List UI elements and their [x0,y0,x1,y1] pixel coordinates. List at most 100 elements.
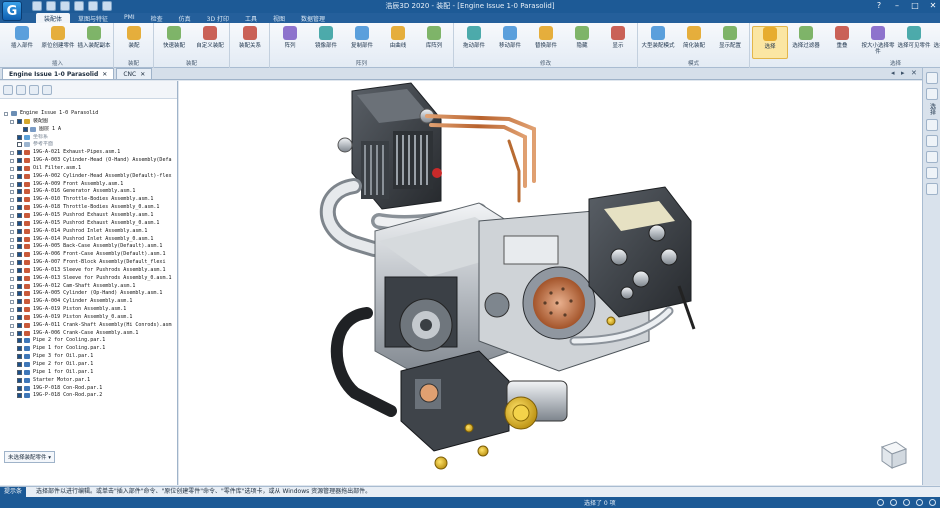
filter-icon[interactable] [3,85,13,95]
expand-toggle-icon[interactable] [4,112,8,116]
ribbon-button[interactable]: 插入部件 [4,26,40,49]
visibility-checkbox[interactable] [17,299,22,305]
3d-viewport[interactable] [179,81,922,485]
expand-toggle-icon[interactable] [10,198,14,203]
tree-item[interactable]: 19G-A-016 Generator Assembly.asm.1 [0,188,178,196]
tree-item[interactable]: 19G-A-013 Sleeve for Pushrods Assembly.a… [0,267,178,275]
tree-item[interactable]: Oil Filter.asm.1 [0,165,178,173]
visibility-checkbox[interactable] [17,165,22,171]
tree-item[interactable]: 19G-A-014 Pushrod Inlet Assembly_0.asm.1 [0,236,178,244]
visibility-checkbox[interactable] [17,314,22,320]
tree-item[interactable]: 19G-P-018 Con-Rod.par.1 [0,385,178,393]
tree-item[interactable]: 19G-A-002 Cylinder-Head Assembly(Default… [0,173,178,181]
selection-dock-label[interactable]: 选择 [927,103,937,115]
tab-left-icon[interactable]: ◂ [891,70,898,77]
visibility-checkbox[interactable] [17,330,22,336]
options-icon[interactable] [42,85,52,95]
ribbon-tab[interactable]: 检查 [143,13,171,23]
visibility-checkbox[interactable] [17,173,22,179]
visibility-checkbox[interactable] [17,275,22,281]
expand-toggle-icon[interactable] [10,308,14,313]
tree-item[interactable]: 19G-A-018 Throttle-Bodies Assembly_0.asm… [0,204,178,212]
tree-item[interactable]: 19G-A-006 Crank-Case Assembly.asm.1 [0,330,178,338]
tree-item[interactable]: Pipe 3 for Oil.par.1 [0,353,178,361]
visibility-checkbox[interactable] [17,377,22,383]
expand-toggle-icon[interactable] [10,213,14,218]
zoom-icon[interactable] [877,499,884,506]
ribbon-button[interactable]: 插入装配副本 [76,26,112,49]
visibility-checkbox[interactable] [23,126,28,132]
tree-item[interactable]: Pipe 2 for Oil.par.1 [0,361,178,369]
tree-item[interactable]: 19G-A-014 Pushrod Inlet Assembly.asm.1 [0,228,178,236]
tree-item[interactable]: 19G-A-015 Pushrod Exhaust Assembly.asm.1 [0,212,178,220]
tree-item[interactable]: 19G-A-011 Crank-Shaft Assembly(Hi Conrod… [0,322,178,330]
visibility-checkbox[interactable] [17,205,22,211]
visibility-checkbox[interactable] [17,142,22,148]
expand-toggle-icon[interactable] [10,292,14,297]
maximize-icon[interactable]: □ [910,1,920,11]
visibility-checkbox[interactable] [17,189,22,195]
tab-close-icon[interactable]: ✕ [911,70,918,77]
render-dock-icon[interactable] [925,167,938,179]
ribbon-button[interactable]: 隐藏 [564,26,600,49]
ribbon-tab[interactable]: 视图 [265,13,293,23]
expand-toggle-icon[interactable] [10,268,14,273]
expand-toggle-icon[interactable] [10,229,14,234]
visibility-checkbox[interactable] [17,322,22,328]
visibility-checkbox[interactable] [17,291,22,297]
visibility-checkbox[interactable] [17,393,22,399]
tree-item[interactable]: 19G-A-005 Back-Case Assembly(Default).as… [0,243,178,251]
collapse-icon[interactable] [29,85,39,95]
expand-icon[interactable] [16,85,26,95]
visibility-checkbox[interactable] [17,346,22,352]
ribbon-tab[interactable]: 3D 打印 [199,13,237,23]
app-logo[interactable]: G [2,1,22,21]
expand-toggle-icon[interactable] [10,245,14,250]
visibility-checkbox[interactable] [17,385,22,391]
ribbon-button[interactable]: 替换部件 [528,26,564,49]
visibility-checkbox[interactable] [17,236,22,242]
selection-filter-button[interactable]: 未选择装配零件 ▾ [4,451,56,463]
tree-item[interactable]: Pipe 2 for Cooling.par.1 [0,337,178,345]
tree-item[interactable]: Pipe 1 for Cooling.par.1 [0,345,178,353]
tree-item[interactable]: 19G-A-019 Piston Assembly.asm.1 [0,306,178,314]
close-tab-icon[interactable]: ✕ [102,71,107,78]
visibility-checkbox[interactable] [17,244,22,250]
ribbon-button[interactable]: 选择约束的零件 [932,26,940,55]
ribbon-button[interactable]: 装配关系 [232,26,268,49]
ribbon-button[interactable]: 镜像部件 [308,26,344,49]
ribbon-button[interactable]: 简化装配 [676,26,712,49]
ribbon-button[interactable]: 由曲线 [380,26,416,49]
tree-item[interactable]: 19G-A-007 Front-Block Assembly(Default_f… [0,259,178,267]
tree-item[interactable]: 19G-A-003 Cylinder-Head (O-Hand) Assembl… [0,157,178,165]
ribbon-button[interactable]: 装配 [116,26,152,49]
visibility-checkbox[interactable] [17,118,22,124]
visibility-checkbox[interactable] [17,267,22,273]
ribbon-button[interactable]: 移动部件 [492,26,528,49]
expand-toggle-icon[interactable] [10,237,14,242]
expand-toggle-icon[interactable] [10,182,14,187]
ribbon-button[interactable]: 按大小选择零件 [860,26,896,55]
expand-toggle-icon[interactable] [10,174,14,179]
layers-dock-icon[interactable] [925,88,938,100]
visibility-checkbox[interactable] [17,369,22,375]
visibility-checkbox[interactable] [17,252,22,258]
ribbon-button[interactable]: 库阵列 [416,26,452,49]
visibility-checkbox[interactable] [17,260,22,266]
tree-item[interactable]: 19G-A-021 Exhaust-Pipes.asm.1 [0,149,178,157]
visibility-checkbox[interactable] [17,150,22,156]
tree-item[interactable]: 19G-A-010 Throttle-Bodies Assembly.asm.1 [0,196,178,204]
ribbon-button[interactable]: 拖动部件 [456,26,492,49]
ribbon-button[interactable]: 大型装配模式 [640,26,676,49]
visibility-checkbox[interactable] [17,158,22,164]
expand-toggle-icon[interactable] [10,261,14,266]
ribbon-tab[interactable]: 仿真 [171,13,199,23]
document-tab[interactable]: Engine Issue 1-0 Parasolid ✕ [2,68,115,79]
pathfinder-dock-icon[interactable] [925,72,938,84]
tree-root[interactable]: Engine Issue 1-0 Parasolid [0,110,178,118]
ribbon-tab[interactable]: 装配体 [36,13,71,23]
expand-toggle-icon[interactable] [10,221,14,226]
expand-toggle-icon[interactable] [10,253,14,258]
visibility-checkbox[interactable] [17,307,22,313]
visibility-checkbox[interactable] [17,283,22,289]
